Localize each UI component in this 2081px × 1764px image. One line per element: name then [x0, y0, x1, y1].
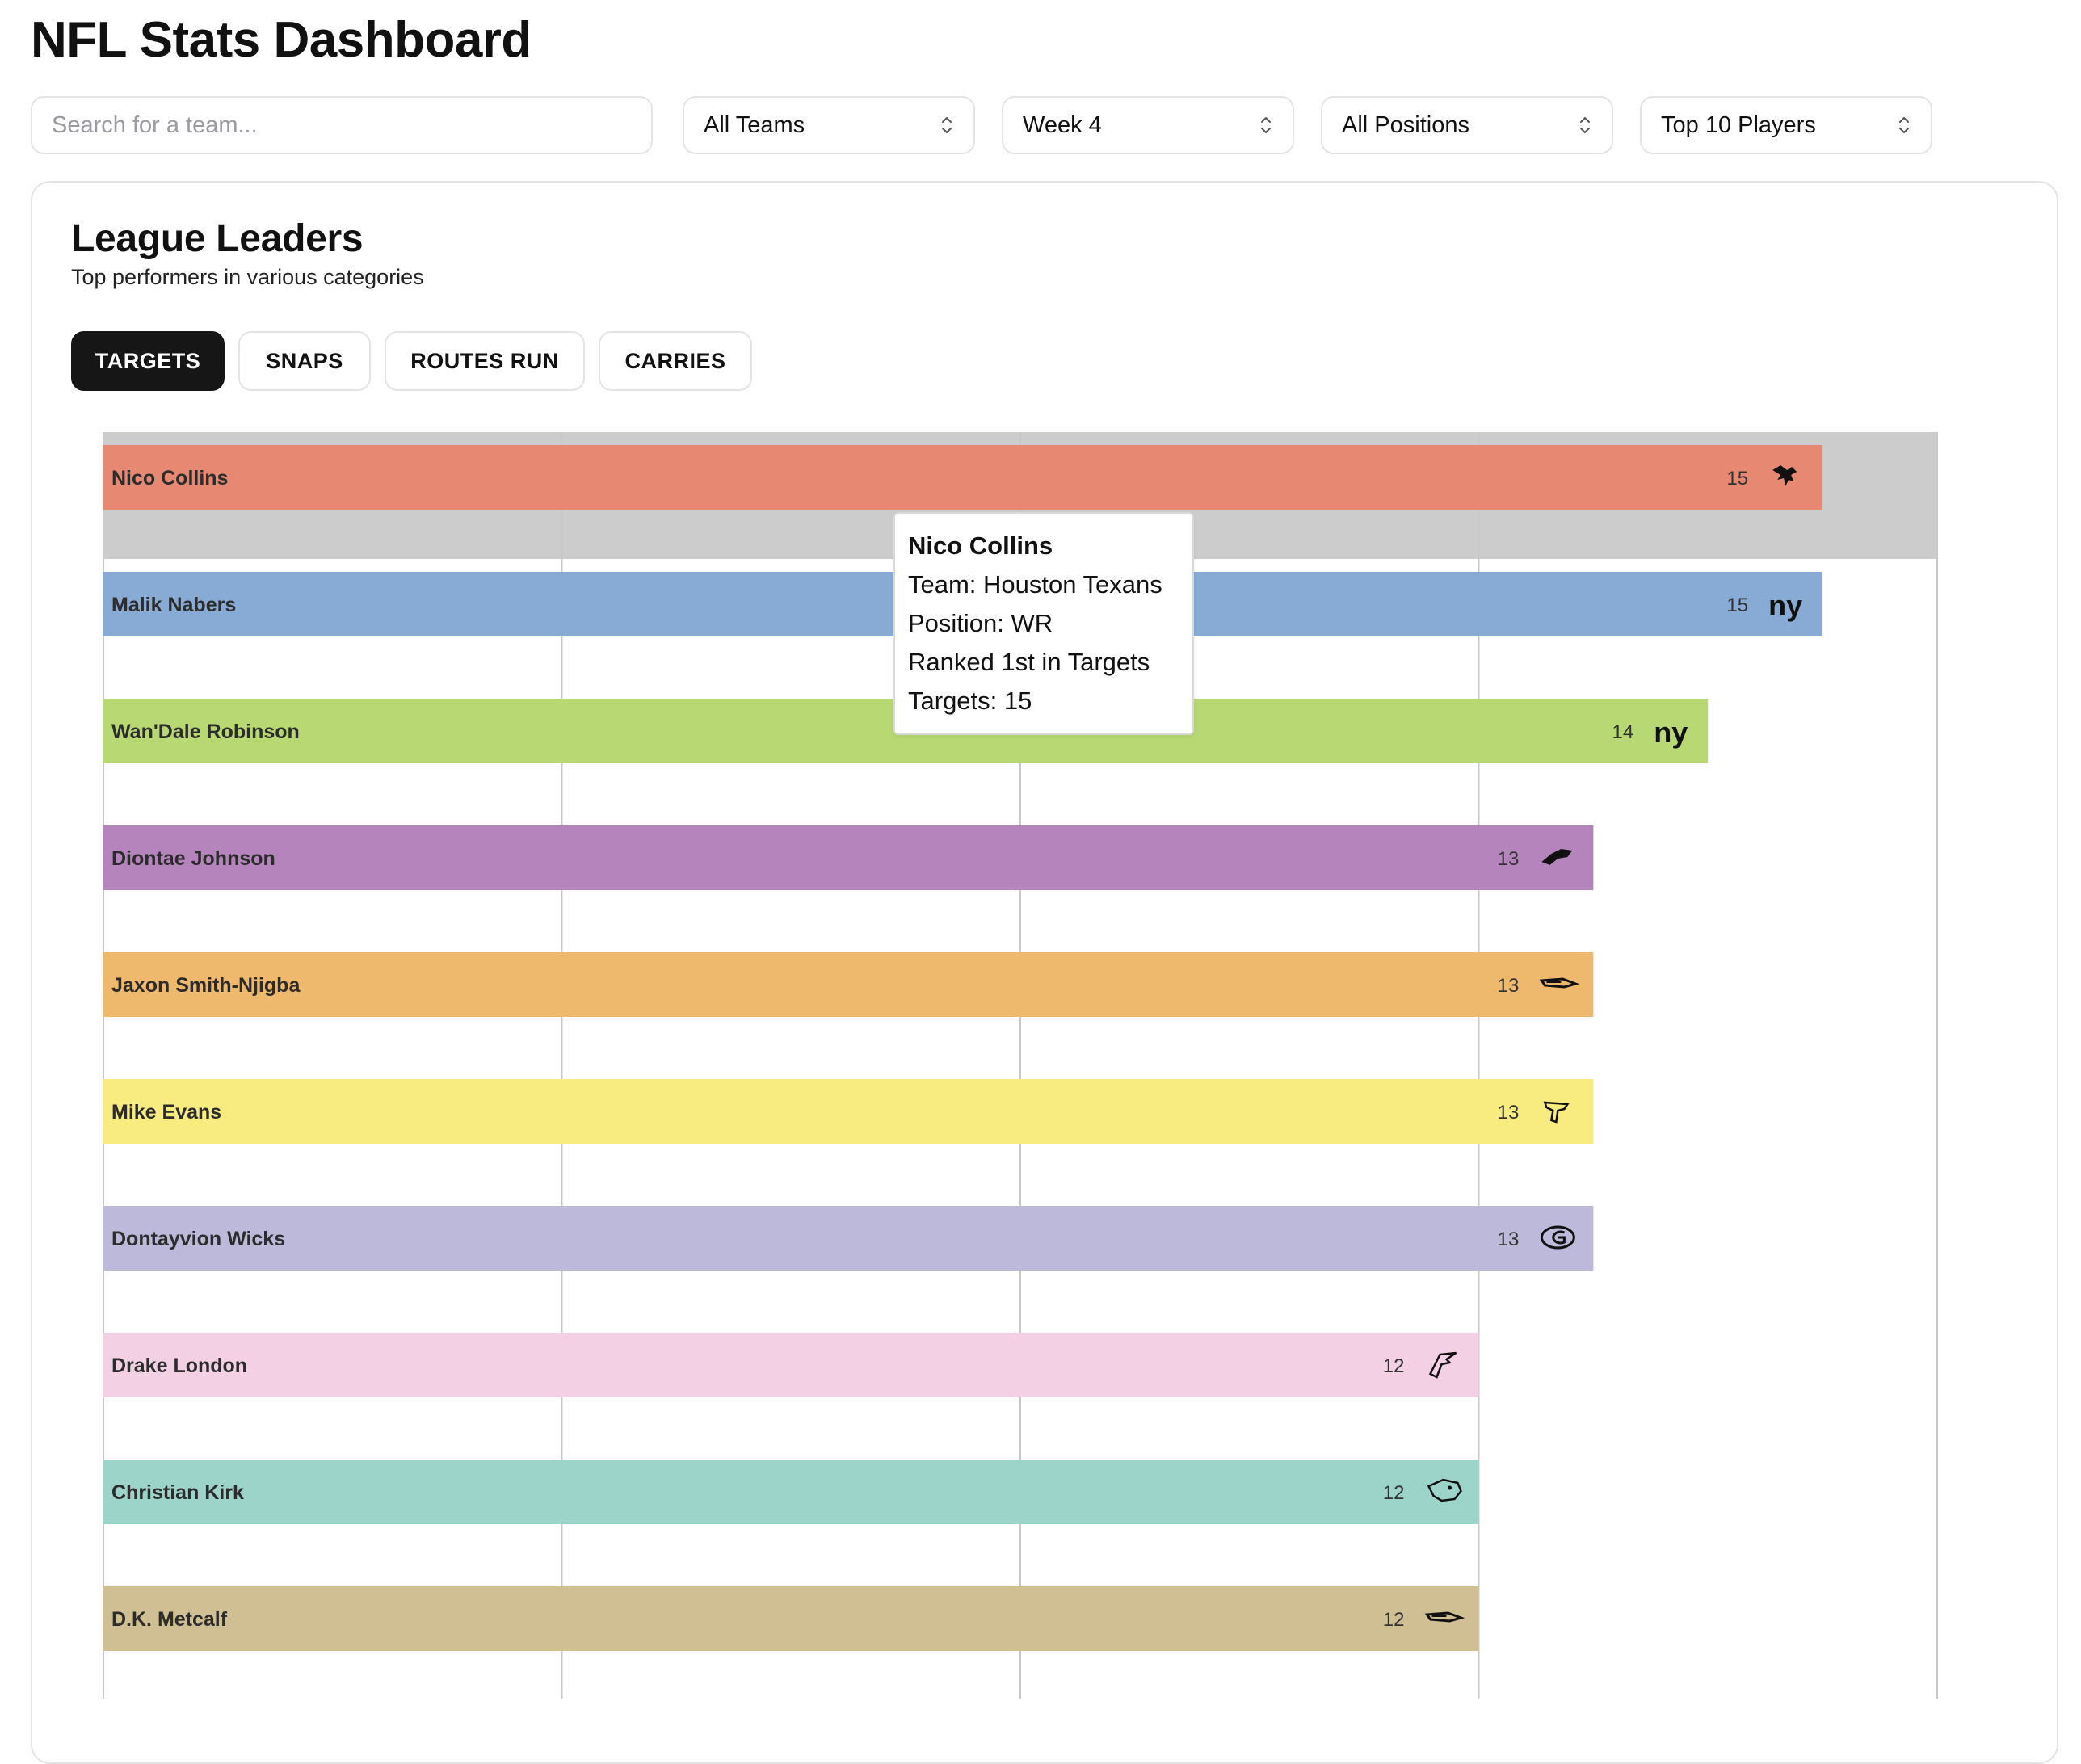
bar-value-label: 15 — [1726, 594, 1748, 616]
giants-icon: ny — [1654, 716, 1688, 749]
bar — [103, 952, 1594, 1017]
svg-text:ny: ny — [1768, 589, 1802, 622]
bar-player-label: Christian Kirk — [111, 1481, 244, 1504]
bar — [103, 445, 1823, 510]
bar-player-label: D.K. Metcalf — [111, 1608, 228, 1631]
bar-value-label: 14 — [1612, 721, 1634, 743]
bar-player-label: Wan'Dale Robinson — [111, 720, 300, 743]
bar-player-label: Dontayvion Wicks — [111, 1228, 285, 1250]
tooltip-player-name: Nico Collins — [908, 531, 1053, 560]
bar-value-label: 15 — [1726, 468, 1748, 489]
bar — [103, 825, 1594, 890]
bar — [103, 1206, 1594, 1270]
bar-player-label: Jaxon Smith-Njigba — [111, 974, 301, 997]
bar — [103, 1079, 1594, 1144]
tooltip-rank: Ranked 1st in Targets — [908, 648, 1150, 676]
bar-value-label: 13 — [1498, 1228, 1520, 1250]
giants-icon: ny — [1768, 589, 1802, 622]
bar-player-label: Mike Evans — [111, 1101, 221, 1124]
bar-player-label: Nico Collins — [111, 467, 228, 489]
bar-player-label: Malik Nabers — [111, 594, 236, 616]
bar-value-label: 12 — [1383, 1482, 1405, 1504]
bar-value-label: 13 — [1498, 975, 1520, 997]
bar-value-label: 13 — [1498, 848, 1520, 870]
bar-player-label: Drake London — [111, 1354, 247, 1377]
player-tooltip: Nico Collins Team: Houston Texans Positi… — [893, 512, 1194, 735]
tooltip-team: Team: Houston Texans — [908, 570, 1162, 598]
bar-value-label: 12 — [1383, 1355, 1405, 1377]
bar — [103, 1460, 1479, 1524]
bar — [103, 1333, 1479, 1397]
targets-bar-chart: Nico Collins 15 Malik Nabers 15 ny Wan'Dale R… — [103, 432, 1938, 1699]
tooltip-position: Position: WR — [908, 609, 1053, 637]
svg-text:ny: ny — [1654, 716, 1688, 749]
bar-player-label: Diontae Johnson — [111, 847, 275, 870]
tooltip-value: Targets: 15 — [908, 687, 1032, 715]
bar-value-label: 13 — [1498, 1102, 1520, 1124]
bar — [103, 1586, 1479, 1651]
bar-value-label: 12 — [1383, 1609, 1405, 1631]
